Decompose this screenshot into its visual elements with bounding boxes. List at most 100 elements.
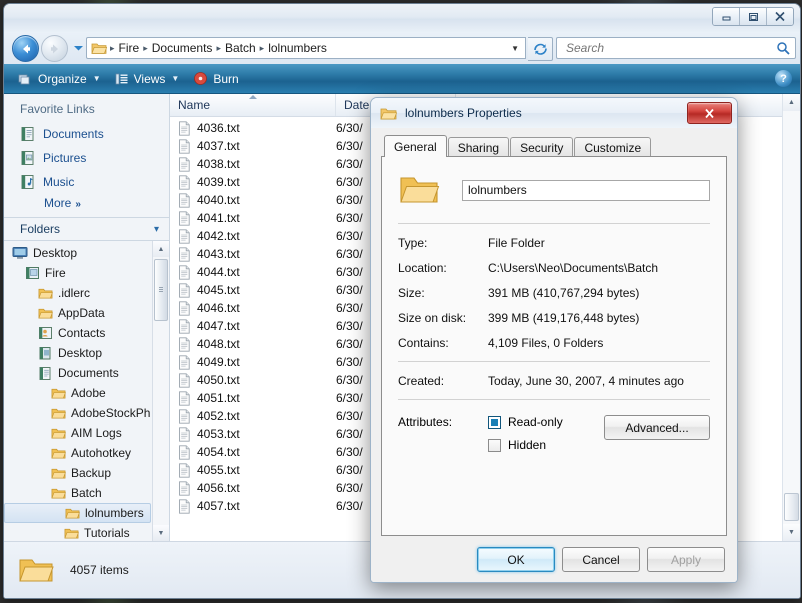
tree-item-tutorials[interactable]: Tutorials [4,523,153,541]
tree-item-desktop[interactable]: Desktop [4,343,153,363]
dialog-close-button[interactable] [687,102,732,124]
views-label: Views [133,71,166,86]
tree-item-lolnumbers[interactable]: lolnumbers [4,503,151,523]
organize-button[interactable]: Organize ▼ [12,69,107,89]
tab-customize[interactable]: Customize [574,137,652,157]
tree-item-aim-logs[interactable]: AIM Logs [4,423,153,443]
back-button[interactable] [12,35,39,62]
file-list-scrollbar[interactable]: ▲ ▼ [782,94,800,541]
text-file-icon [178,444,191,460]
tree-item-batch[interactable]: Batch [4,483,153,503]
tree-item-adobestockph[interactable]: AdobeStockPh [4,403,153,423]
scroll-up-icon[interactable]: ▲ [783,94,800,111]
search-box[interactable] [556,37,796,59]
advanced-button[interactable]: Advanced... [604,415,710,440]
hidden-checkbox-row[interactable]: Hidden [488,438,604,461]
hidden-checkbox[interactable] [488,438,501,452]
breadcrumb-item-fire[interactable]: Fire [116,39,143,57]
column-header-name[interactable]: Name [170,94,336,116]
text-file-icon [179,354,190,370]
created-value: Today, June 30, 2007, 4 minutes ago [488,374,684,388]
close-button[interactable] [767,8,793,25]
folder-icon [51,386,66,400]
breadcrumb-item-batch[interactable]: Batch [222,39,259,57]
address-dropdown-icon[interactable]: ▼ [511,44,519,53]
burn-button[interactable]: Burn [187,68,244,89]
help-button[interactable]: ? [775,70,792,87]
chevron-down-icon: ▾ [153,223,159,235]
file-name-label: 4047.txt [197,319,240,333]
scroll-up-icon[interactable]: ▲ [153,241,169,257]
text-file-icon [179,156,190,172]
readonly-checkbox-row[interactable]: Read-only [488,415,604,438]
property-label: Size: [398,286,425,300]
ok-button[interactable]: OK [477,547,555,572]
folders-title: Folders [20,222,61,236]
folder-tree-scrollbar[interactable]: ▲ ▼ [152,241,169,541]
scrollbar-thumb[interactable] [154,259,168,321]
folder-icon [51,406,66,420]
scroll-down-icon[interactable]: ▼ [783,524,800,541]
tree-item-fire[interactable]: Fire [4,263,153,283]
tree-item-backup[interactable]: Backup [4,463,153,483]
breadcrumb-item-lolnumbers[interactable]: lolnumbers [265,39,330,57]
chevron-down-icon: ▼ [171,74,180,83]
tree-item-contacts[interactable]: Contacts [4,323,153,343]
restore-button[interactable] [740,8,767,25]
tree-item-adobe[interactable]: Adobe [4,383,153,403]
tab-security[interactable]: Security [510,137,574,157]
folder-icon [38,286,53,300]
file-name-label: 4056.txt [197,481,240,495]
refresh-button[interactable] [528,37,553,61]
file-name-cell: 4056.txt [178,480,336,496]
contacts-icon [38,326,53,340]
hidden-label: Hidden [508,438,547,452]
sidebar-item-more[interactable]: More» [4,194,169,214]
sidebar-item-pictures[interactable]: Pictures [4,146,169,170]
tab-general[interactable]: General [384,135,447,157]
scroll-down-icon[interactable]: ▼ [153,525,169,541]
folder-icon [64,528,79,539]
text-file-icon [178,372,191,388]
file-name-cell: 4039.txt [178,174,336,190]
file-name-cell: 4051.txt [178,390,336,406]
readonly-checkbox[interactable] [488,415,501,429]
column-label: Date [344,98,370,112]
text-file-icon [178,318,191,334]
dialog-title: lolnumbers Properties [405,106,522,120]
search-input[interactable] [564,40,776,56]
text-file-icon [179,498,190,514]
chevron-down-icon[interactable] [73,44,84,54]
breadcrumb-item-documents[interactable]: Documents [149,39,216,57]
tree-item-label: lolnumbers [85,506,144,520]
text-file-icon [179,426,190,442]
cancel-button[interactable]: Cancel [562,547,640,572]
sidebar-item-music[interactable]: Music [4,170,169,194]
minimize-button[interactable] [713,8,740,25]
tree-item-documents[interactable]: Documents [4,363,153,383]
text-file-icon [179,300,190,316]
sidebar-label: Pictures [43,151,87,165]
tree-item-idlerc[interactable]: .idlerc [4,283,153,303]
tree-item-label: Tutorials [84,526,130,540]
burn-icon [193,71,208,86]
file-name-label: 4046.txt [197,301,240,315]
general-tab-panel: Type: File Folder Location: C:\Users\Neo\Do… [381,156,727,536]
folders-section-header[interactable]: Folders ▾ [4,217,169,240]
breadcrumb[interactable]: ▸ Fire ▸ Documents ▸ Batch ▸ lolnumbers … [86,37,526,59]
text-file-icon [178,192,191,208]
tree-item-autohotkey[interactable]: Autohotkey [4,443,153,463]
tree-item-appdata[interactable]: AppData [4,303,153,323]
tree-item-desktop[interactable]: Desktop [4,243,153,263]
views-button[interactable]: Views ▼ [109,69,186,89]
tab-sharing[interactable]: Sharing [447,137,510,157]
text-file-icon [178,246,191,262]
sidebar-item-documents[interactable]: Documents [4,122,169,146]
folder-icon [400,177,440,203]
sidebar-label: Music [43,175,75,189]
file-name-label: 4050.txt [197,373,240,387]
folder-icon [91,43,107,54]
folder-name-row [398,171,710,223]
folder-name-input[interactable] [462,179,710,201]
scrollbar-thumb[interactable] [784,493,799,521]
